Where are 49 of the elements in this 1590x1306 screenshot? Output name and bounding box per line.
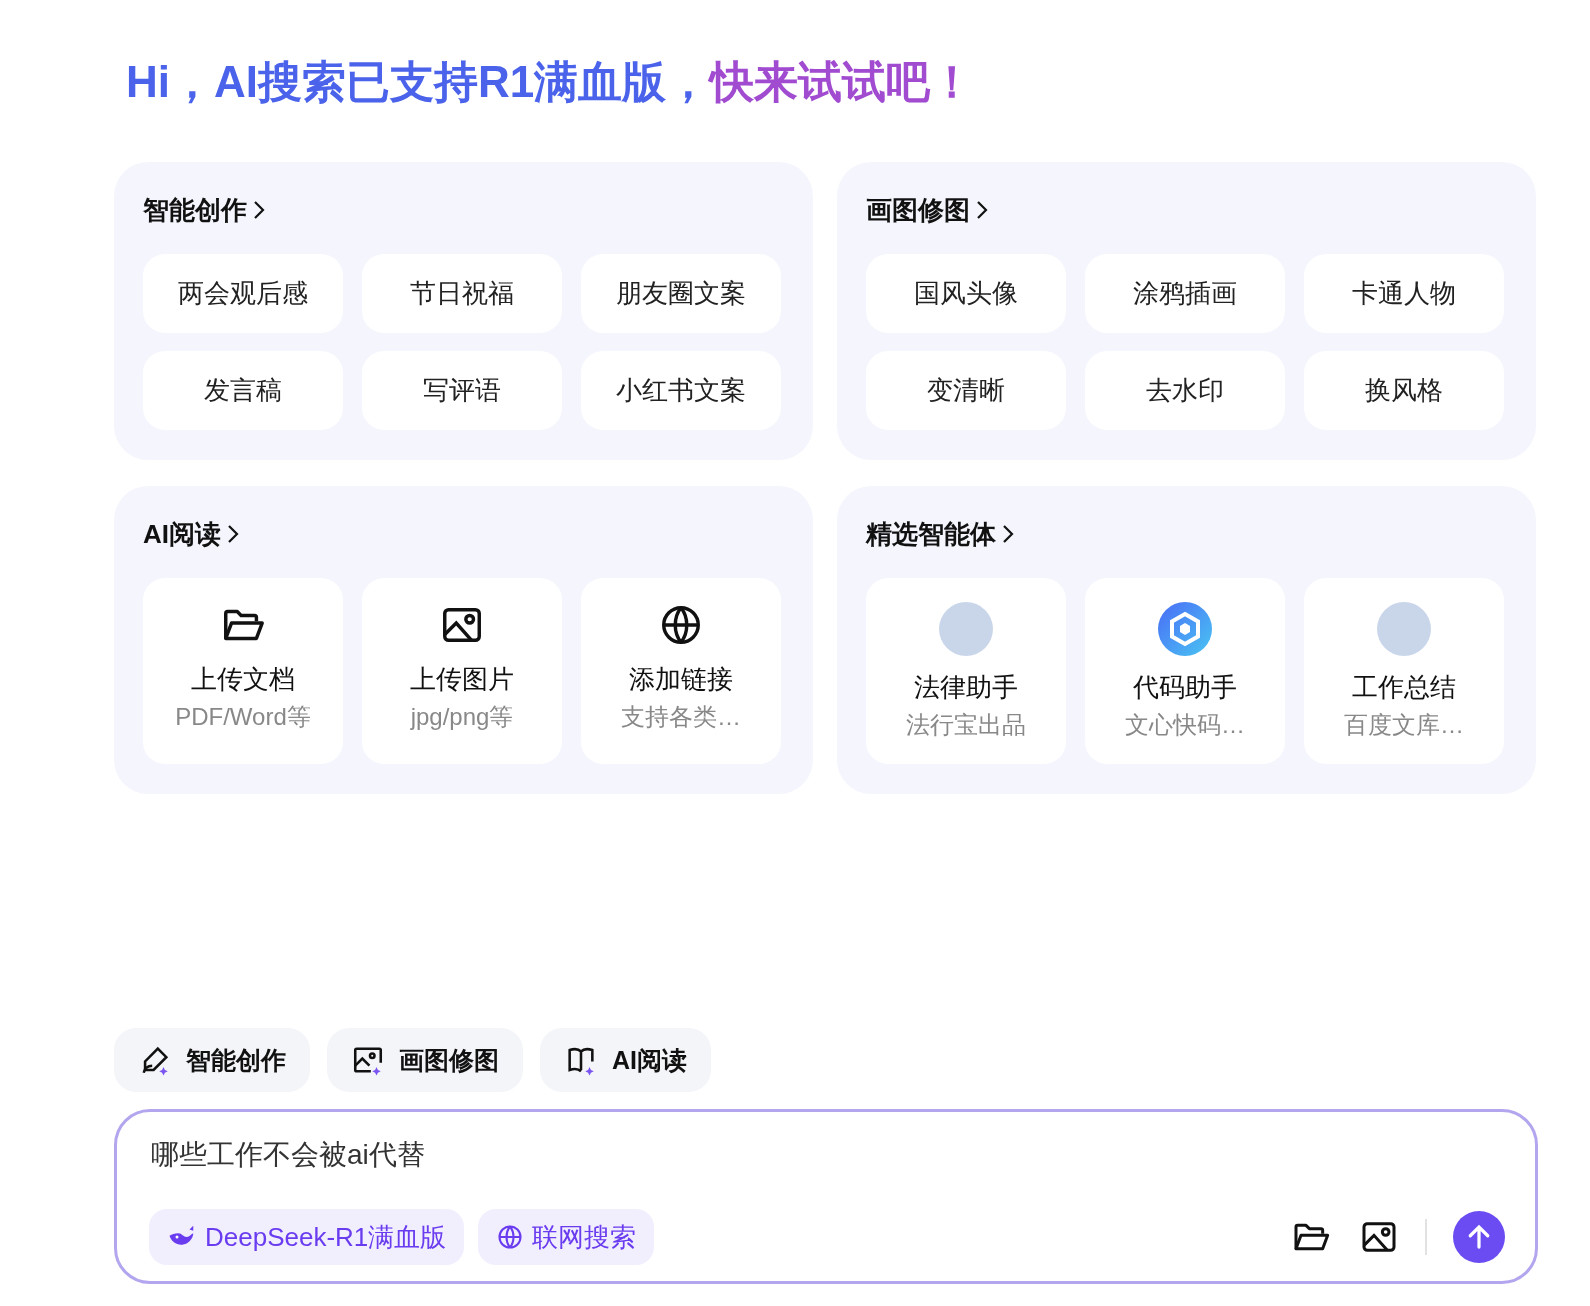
suggestion-button[interactable]: 小红书文案 xyxy=(581,351,781,430)
tile-subtitle: 支持各类… xyxy=(621,702,741,732)
tile-subtitle: jpg/png等 xyxy=(410,702,514,732)
card-title[interactable]: 智能创作 xyxy=(143,192,247,228)
feature-tile[interactable]: 添加链接 支持各类… xyxy=(581,578,781,764)
suggestion-button[interactable]: 两会观后感 xyxy=(143,254,343,333)
shortcut-button[interactable]: AI阅读 xyxy=(540,1028,711,1092)
suggestion-button[interactable]: 变清晰 xyxy=(866,351,1066,430)
tile-subtitle: 法行宝出品 xyxy=(906,710,1026,740)
suggestion-button[interactable]: 写评语 xyxy=(362,351,562,430)
tile-subtitle: 文心快码… xyxy=(1125,710,1245,740)
card-title[interactable]: 精选智能体 xyxy=(866,516,996,552)
tile-label: 代码助手 xyxy=(1133,671,1237,704)
feature-tile[interactable]: 工作总结 百度文库… xyxy=(1304,578,1504,764)
tile-label: 法律助手 xyxy=(914,671,1018,704)
hexagon-logo-icon xyxy=(1158,602,1212,656)
tile-label: 上传文档 xyxy=(191,663,295,696)
suggestion-button[interactable]: 朋友圈文案 xyxy=(581,254,781,333)
suggestion-button[interactable]: 换风格 xyxy=(1304,351,1504,430)
tile-label: 工作总结 xyxy=(1352,671,1456,704)
avatar-placeholder xyxy=(939,602,993,656)
feature-tile[interactable]: 法律助手 法行宝出品 xyxy=(866,578,1066,764)
feature-tile[interactable]: 上传图片 jpg/png等 xyxy=(362,578,562,764)
chevron-right-icon xyxy=(227,524,239,544)
tile-subtitle: PDF/Word等 xyxy=(175,702,311,732)
chat-input-field[interactable]: 哪些工作不会被ai代替 xyxy=(149,1138,1053,1172)
mode-toggle[interactable]: 联网搜索 xyxy=(478,1209,655,1265)
chevron-right-icon xyxy=(1002,524,1014,544)
suggestion-button[interactable]: 节日祝福 xyxy=(362,254,562,333)
feature-tile[interactable]: 代码助手 文心快码… xyxy=(1085,578,1285,764)
card-title[interactable]: 画图修图 xyxy=(866,192,970,228)
mode-toggle[interactable]: DeepSeek-R1满血版 xyxy=(149,1209,465,1265)
shortcut-button[interactable]: 智能创作 xyxy=(114,1028,310,1092)
tile-label: 添加链接 xyxy=(629,663,733,696)
feature-tile[interactable]: 上传文档 PDF/Word等 xyxy=(143,578,343,764)
suggestion-button[interactable]: 卡通人物 xyxy=(1304,254,1504,333)
chevron-right-icon xyxy=(976,200,988,220)
tile-label: 上传图片 xyxy=(410,663,514,696)
tile-subtitle: 百度文库… xyxy=(1344,710,1464,740)
suggestion-button[interactable]: 发言稿 xyxy=(143,351,343,430)
suggestion-button[interactable]: 国风头像 xyxy=(866,254,1066,333)
shortcut-button[interactable]: 画图修图 xyxy=(327,1028,523,1092)
page-heading: Hi，AI搜索已支持R1满血版，快来试试吧！ xyxy=(126,56,976,108)
chevron-right-icon xyxy=(253,200,265,220)
avatar-placeholder xyxy=(1377,602,1431,656)
card-title[interactable]: AI阅读 xyxy=(143,516,221,552)
send-button[interactable] xyxy=(1453,1211,1505,1263)
suggestion-button[interactable]: 去水印 xyxy=(1085,351,1285,430)
suggestion-button[interactable]: 涂鸦插画 xyxy=(1085,254,1285,333)
